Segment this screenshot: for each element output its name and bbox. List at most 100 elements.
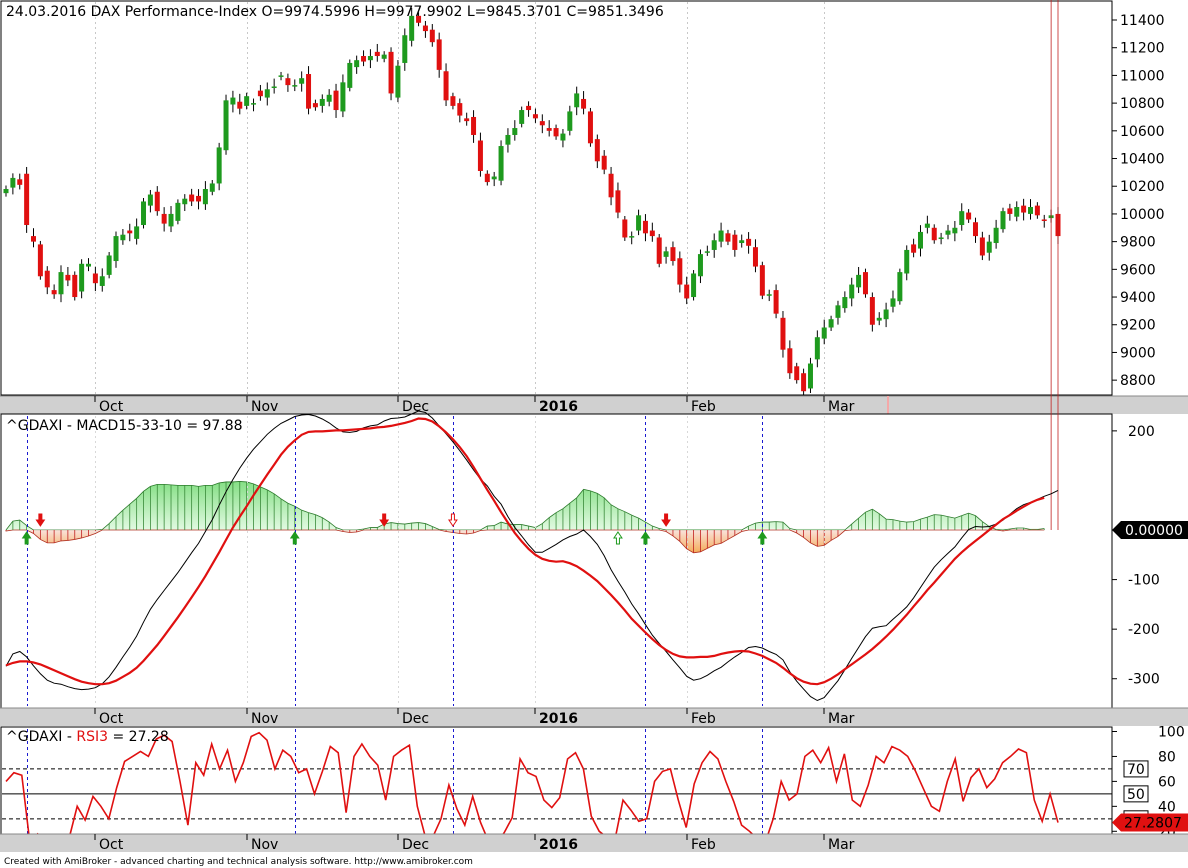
candle-up: [952, 227, 958, 234]
candle-down: [306, 74, 312, 109]
candle-down: [594, 139, 600, 162]
candle-down: [312, 103, 318, 108]
rsi-title-value: = 27.28: [108, 729, 169, 745]
rsi-tick-label: 80: [1158, 749, 1176, 765]
candle-down: [333, 90, 339, 111]
candle-up: [134, 226, 140, 239]
level-box-label: 50: [1127, 787, 1145, 803]
candle-up: [10, 177, 16, 188]
candle-up: [251, 103, 257, 105]
amibroker-chart: 8800 9000 9200 9400 9600 9800 10000 10200 10400 1…: [0, 0, 1188, 868]
candle-down: [601, 155, 607, 170]
candle-up: [278, 75, 284, 77]
candle-up: [367, 56, 373, 61]
candle-up: [299, 78, 305, 84]
axis-band-background: [0, 708, 1188, 726]
value-box: 64.5809: [1125, 0, 1183, 4]
candle-down: [759, 265, 765, 296]
candle-up: [505, 134, 511, 145]
candle-down: [1021, 205, 1027, 213]
candle-up: [175, 202, 181, 221]
candle-up: [629, 236, 635, 238]
price-tick-label: 9000: [1120, 345, 1156, 361]
candle-down: [684, 284, 690, 299]
month-label: 2016: [539, 837, 578, 853]
candle-up: [58, 272, 64, 295]
candle-down: [422, 25, 428, 32]
candle-down: [388, 51, 394, 94]
candle-up: [856, 274, 862, 288]
axis-band-background: [0, 834, 1188, 852]
candle-up: [807, 363, 813, 389]
candle-up: [842, 297, 848, 309]
candle-down: [1034, 205, 1040, 216]
candle-down: [374, 51, 380, 57]
candle-up: [326, 94, 332, 102]
candle-up: [697, 254, 703, 277]
candle-up: [828, 319, 834, 328]
candle-up: [512, 128, 518, 135]
month-label: Nov: [251, 837, 278, 853]
candle-up: [292, 85, 298, 87]
candle-down: [622, 219, 628, 238]
candle-down: [361, 56, 367, 62]
candle-down: [780, 317, 786, 350]
price-tick-label: 10800: [1120, 96, 1165, 112]
candle-down: [526, 105, 532, 111]
candle-up: [904, 249, 910, 274]
candle-down: [1007, 208, 1013, 214]
month-label: Feb: [691, 837, 716, 853]
candle-down: [581, 98, 587, 109]
candle-down: [862, 272, 868, 295]
candle-up: [141, 201, 147, 226]
candle-up: [3, 188, 9, 194]
candle-down: [51, 290, 57, 295]
footer-text: Created with AmiBroker - advanced charti…: [4, 857, 473, 867]
candle-down: [532, 114, 538, 119]
rsi-value-box: 27.2807: [1112, 813, 1188, 832]
candle-down: [464, 118, 470, 122]
value-box-label: 64.5809: [1125, 0, 1183, 4]
price-tick-label: 9200: [1120, 318, 1156, 334]
candle-down: [649, 230, 655, 237]
candle-up: [821, 327, 827, 339]
candle-up: [876, 317, 882, 321]
candle-up: [883, 309, 889, 320]
value-box-label: 0.00000: [1125, 523, 1183, 539]
candle-up: [106, 255, 112, 275]
axis-band-background: [0, 396, 1188, 414]
candle-down: [752, 247, 758, 267]
candle-down: [615, 190, 621, 213]
candle-up: [216, 147, 222, 184]
price-tick-label: 11000: [1120, 68, 1165, 84]
price-tick-label: 10600: [1120, 124, 1165, 140]
candle-up: [1000, 211, 1006, 230]
month-label: Nov: [251, 711, 278, 727]
candle-down: [869, 297, 875, 325]
candle-up: [938, 237, 944, 239]
price-tick-label: 10400: [1120, 152, 1165, 168]
candle-down: [154, 191, 160, 212]
candle-up: [264, 89, 270, 98]
rsi-tick-label: 100: [1158, 724, 1185, 740]
candle-up: [147, 194, 153, 206]
candle-up: [491, 176, 497, 180]
candle-down: [656, 237, 662, 264]
value-box: 0.00000: [1112, 521, 1188, 540]
candle-up: [704, 251, 710, 253]
candle-down: [972, 222, 978, 237]
candle-down: [477, 140, 483, 171]
price-tick-label: 10000: [1120, 207, 1165, 223]
candle-down: [539, 121, 545, 126]
candle-down: [787, 348, 793, 374]
rsi-title-text: ^GDAXI -: [6, 729, 76, 745]
candle-up: [917, 231, 923, 249]
month-label: Oct: [99, 837, 124, 853]
candle-down: [436, 39, 442, 70]
candle-up: [402, 35, 408, 63]
candle-down: [37, 244, 43, 277]
candle-down: [931, 227, 937, 241]
candle-down: [189, 194, 195, 202]
price-tick-label: 11400: [1120, 13, 1165, 29]
candle-up: [381, 54, 387, 59]
